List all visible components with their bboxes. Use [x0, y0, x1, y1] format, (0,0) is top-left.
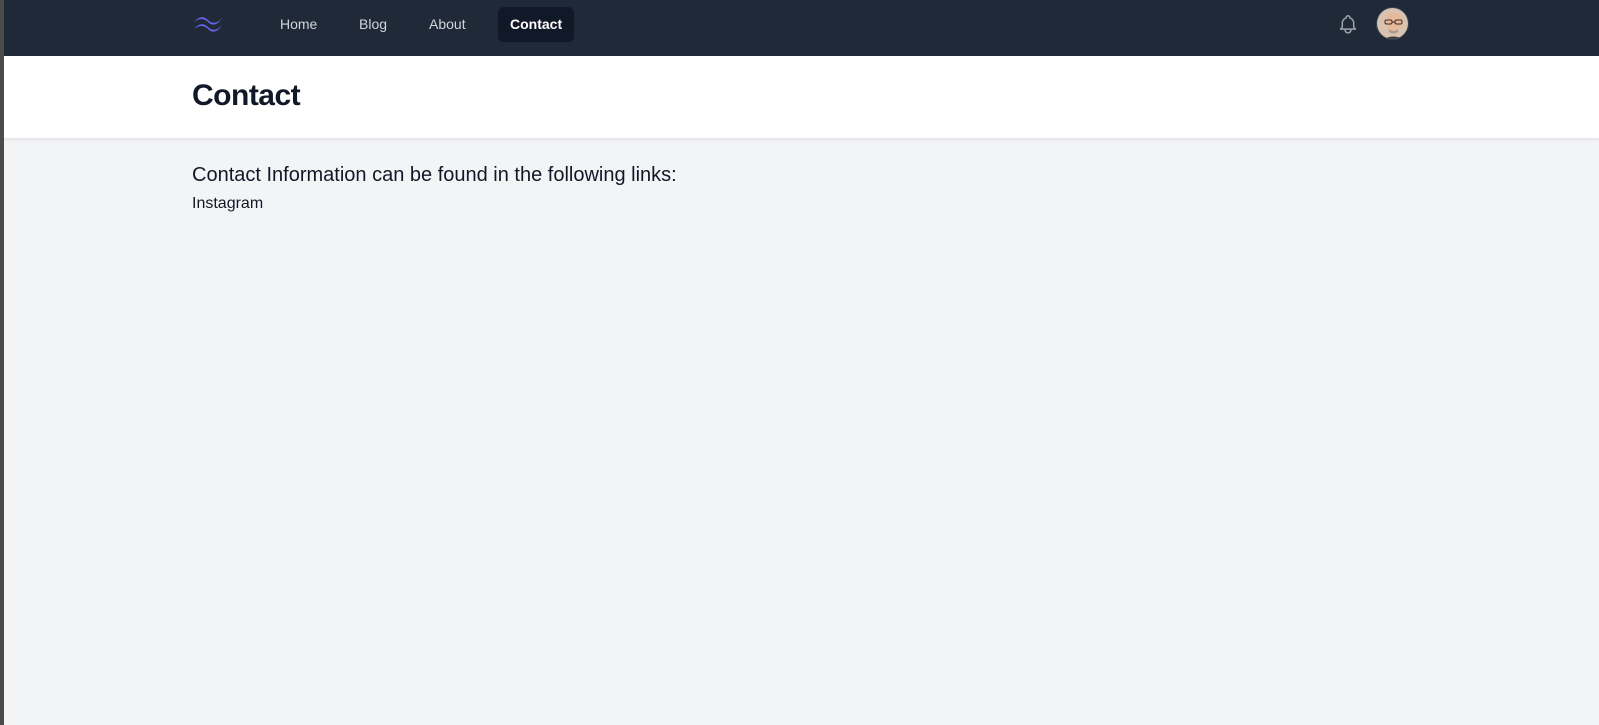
nav-blog[interactable]: Blog — [347, 7, 399, 42]
top-navbar: Home Blog About Contact — [4, 0, 1599, 56]
bell-icon[interactable] — [1336, 12, 1360, 36]
browser-viewport: Home Blog About Contact Contact Contact … — [4, 0, 1599, 725]
contact-intro-text: Contact Information can be found in the … — [192, 164, 677, 186]
nav-about[interactable]: About — [417, 7, 478, 42]
user-avatar[interactable] — [1376, 7, 1409, 40]
instagram-link[interactable]: Instagram — [192, 195, 263, 213]
page-header: Contact — [4, 56, 1599, 139]
avatar-image — [1377, 8, 1408, 39]
nav-contact[interactable]: Contact — [498, 7, 574, 42]
nav-home[interactable]: Home — [268, 7, 329, 42]
logo-icon[interactable] — [192, 13, 224, 35]
page-title: Contact — [192, 79, 301, 112]
